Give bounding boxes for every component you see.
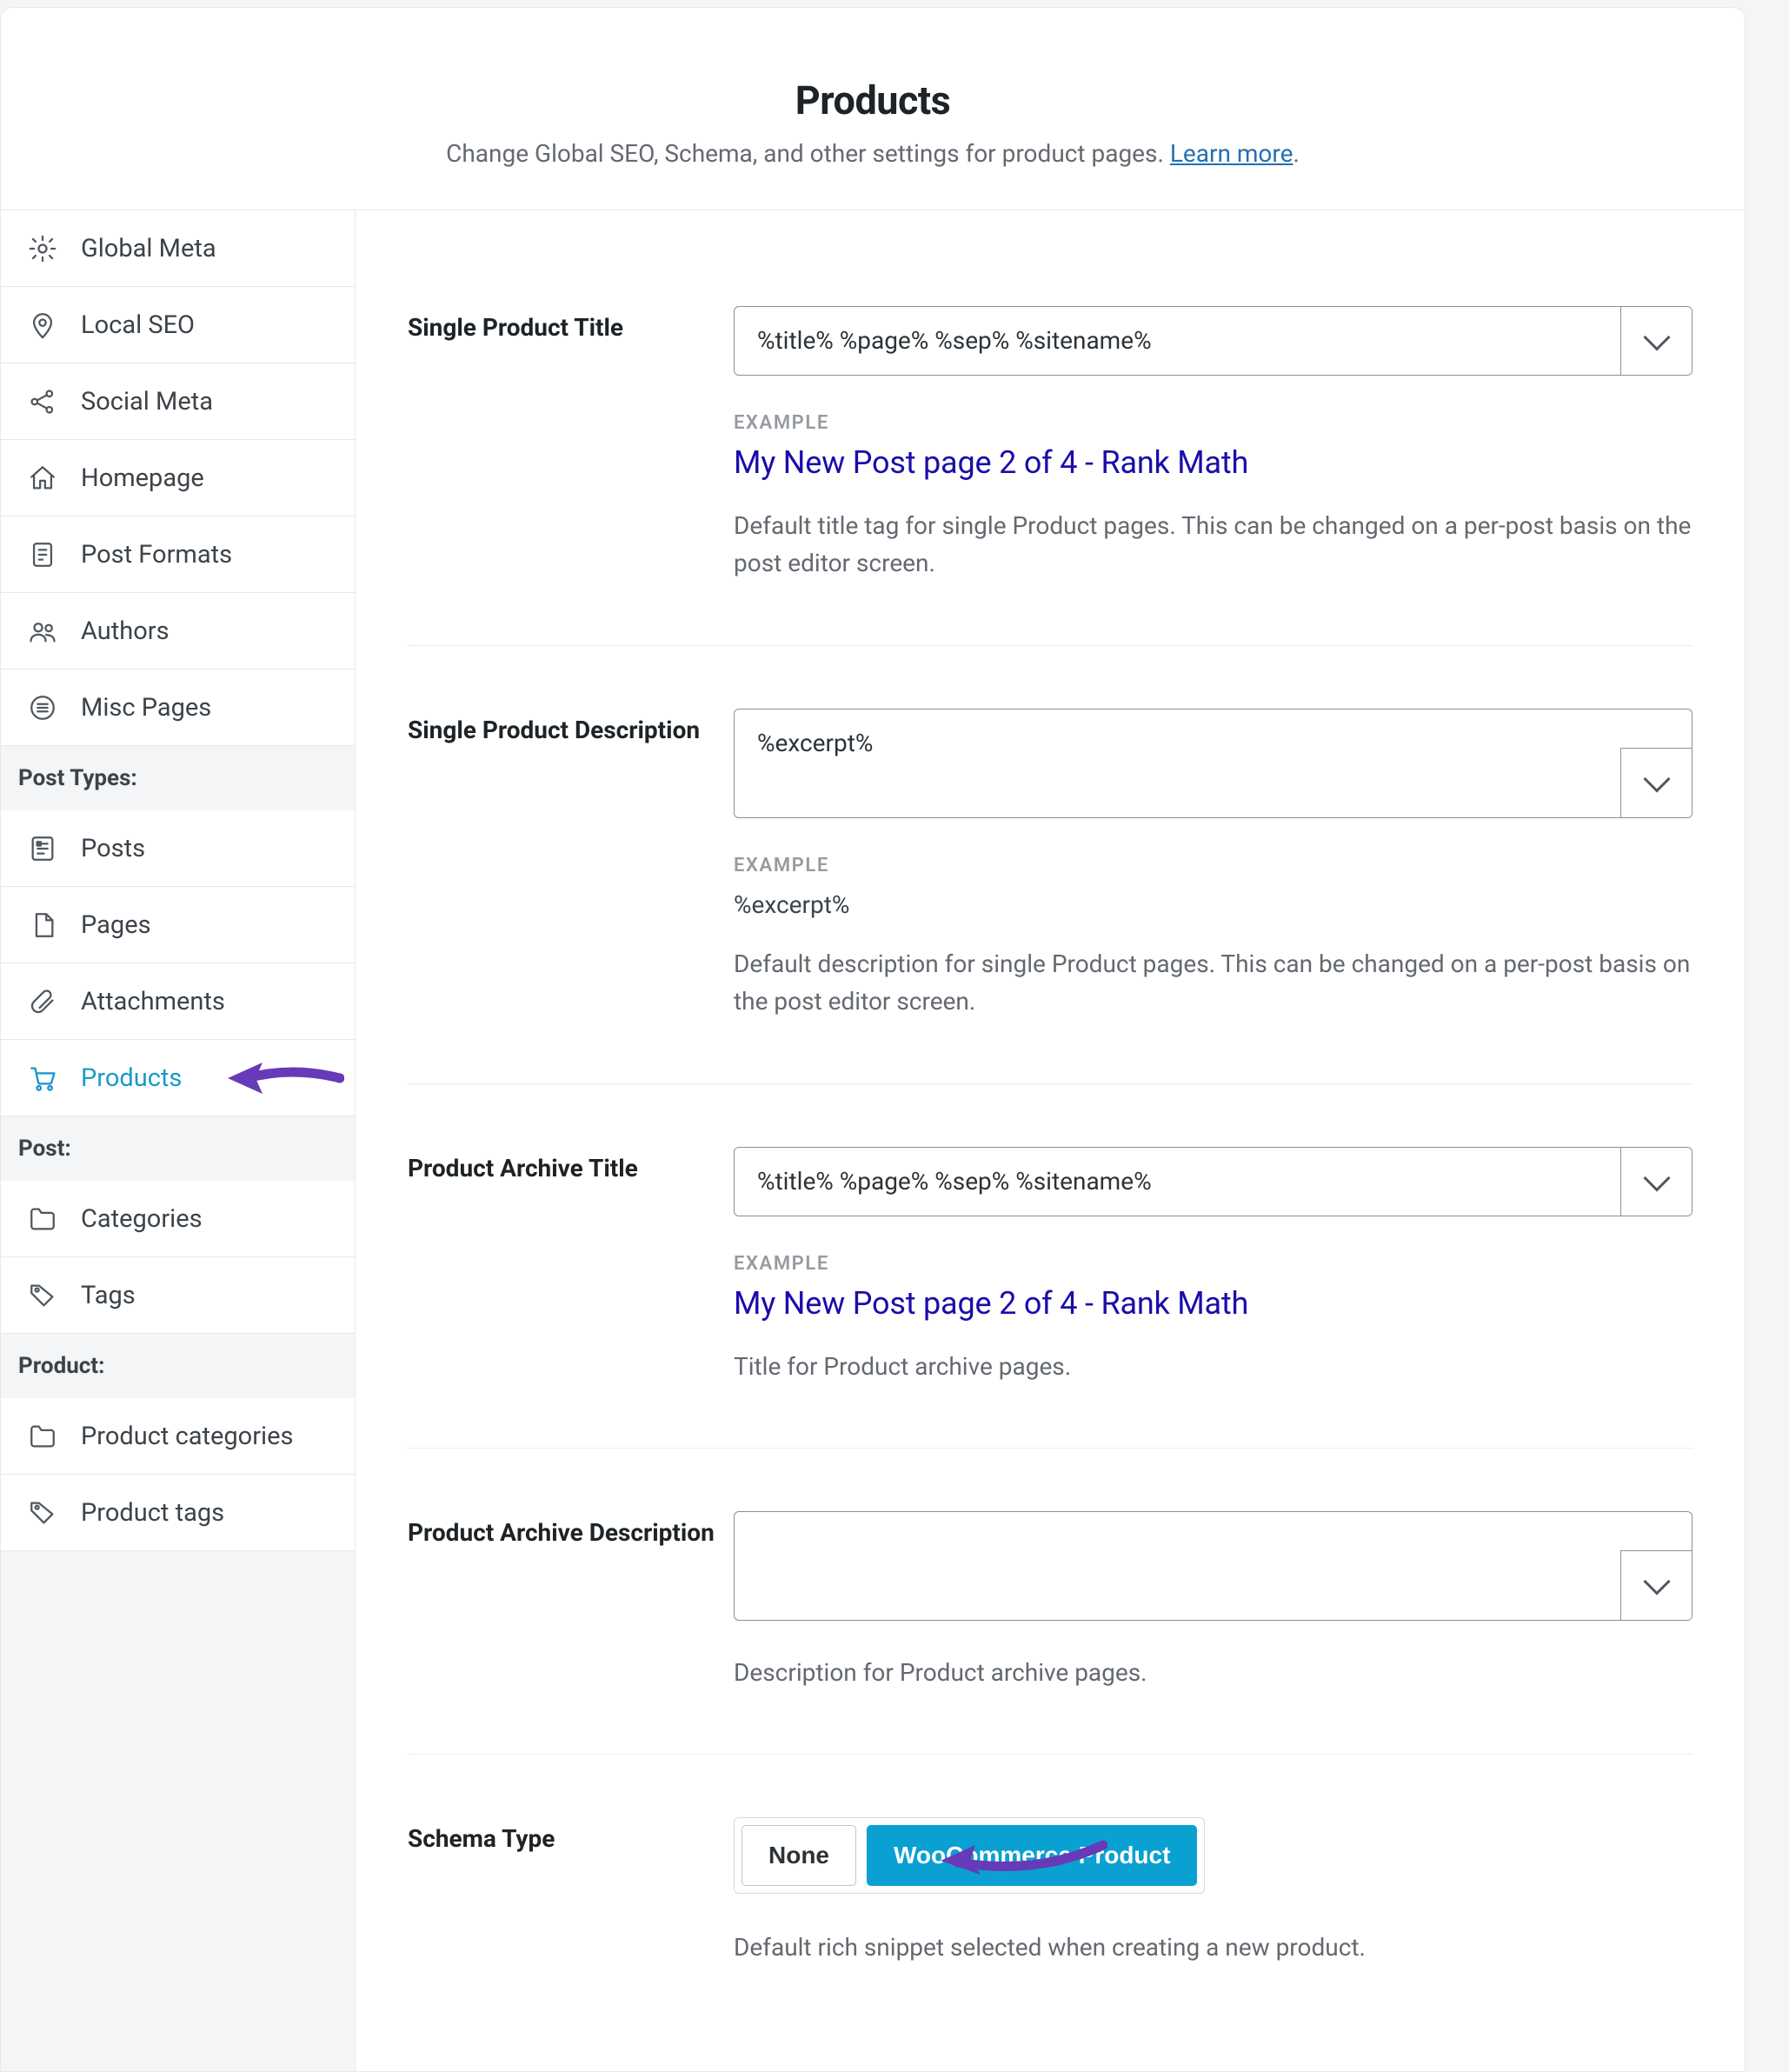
learn-more-link[interactable]: Learn more bbox=[1170, 139, 1294, 168]
page-title: Products bbox=[36, 77, 1710, 123]
field-label: Product Archive Description bbox=[408, 1511, 725, 1691]
sidebar-item-label: Product categories bbox=[81, 1422, 293, 1451]
sidebar-item-label: Tags bbox=[81, 1281, 136, 1310]
sidebar-item-products[interactable]: Products bbox=[1, 1040, 355, 1116]
variables-dropdown-toggle[interactable] bbox=[1620, 748, 1692, 817]
pin-icon bbox=[25, 310, 60, 340]
sidebar-item-posts[interactable]: Posts bbox=[1, 810, 355, 887]
sidebar-item-homepage[interactable]: Homepage bbox=[1, 440, 355, 516]
sidebar-item-label: Post Formats bbox=[81, 540, 232, 570]
sidebar-item-label: Homepage bbox=[81, 463, 204, 493]
field-help: Default title tag for single Product pag… bbox=[734, 507, 1693, 583]
sidebar-item-label: Pages bbox=[81, 910, 151, 940]
sidebar-item-label: Misc Pages bbox=[81, 693, 211, 723]
gear-icon bbox=[25, 234, 60, 263]
chevron-down-icon bbox=[1643, 1164, 1670, 1191]
sidebar-section: Product: bbox=[1, 1334, 355, 1398]
sidebar-item-post-formats[interactable]: Post Formats bbox=[1, 516, 355, 593]
sidebar-item-tags[interactable]: Tags bbox=[1, 1257, 355, 1334]
sidebar: Global Meta Local SEO Social Meta Homepage P… bbox=[1, 210, 356, 2071]
attach-icon bbox=[25, 987, 60, 1016]
sidebar-item-global-meta[interactable]: Global Meta bbox=[1, 210, 355, 287]
field-schema-type: Schema Type NoneWooCommerce Product Defa… bbox=[408, 1817, 1693, 1966]
variables-dropdown-toggle[interactable] bbox=[1620, 307, 1692, 375]
doc-icon bbox=[25, 540, 60, 570]
example-label: EXAMPLE bbox=[734, 855, 1693, 876]
field-help: Default description for single Product p… bbox=[734, 945, 1693, 1021]
sidebar-item-product-tags[interactable]: Product tags bbox=[1, 1475, 355, 1551]
sidebar-item-local-seo[interactable]: Local SEO bbox=[1, 287, 355, 363]
field-label: Schema Type bbox=[408, 1817, 725, 1966]
sidebar-item-label: Local SEO bbox=[81, 310, 195, 340]
schema-option-woocommerce-product[interactable]: WooCommerce Product bbox=[867, 1825, 1197, 1886]
sidebar-item-label: Attachments bbox=[81, 987, 225, 1016]
title-preview: My New Post page 2 of 4 - Rank Math bbox=[734, 444, 1693, 481]
sidebar-item-label: Categories bbox=[81, 1204, 203, 1234]
description-preview: %excerpt% bbox=[734, 890, 1693, 919]
article-icon bbox=[25, 834, 60, 863]
single-title-input[interactable]: %title% %page% %sep% %sitename% bbox=[734, 306, 1693, 376]
field-label: Single Product Description bbox=[408, 709, 725, 1021]
sidebar-item-label: Social Meta bbox=[81, 387, 213, 416]
sidebar-item-attachments[interactable]: Attachments bbox=[1, 963, 355, 1040]
folder-icon bbox=[25, 1422, 60, 1451]
sidebar-item-label: Products bbox=[81, 1063, 182, 1093]
example-label: EXAMPLE bbox=[734, 1253, 1693, 1275]
sidebar-item-label: Product tags bbox=[81, 1498, 224, 1528]
chevron-down-icon bbox=[1643, 766, 1670, 793]
home-icon bbox=[25, 463, 60, 493]
settings-panel: Products Change Global SEO, Schema, and … bbox=[0, 7, 1746, 2072]
panel-header: Products Change Global SEO, Schema, and … bbox=[1, 8, 1745, 210]
archive-description-input[interactable] bbox=[734, 1511, 1693, 1621]
field-product-archive-title: Product Archive Title %title% %page% %se… bbox=[408, 1147, 1693, 1449]
folder-icon bbox=[25, 1204, 60, 1234]
field-help: Title for Product archive pages. bbox=[734, 1348, 1693, 1385]
main-content: Single Product Title %title% %page% %sep… bbox=[356, 210, 1745, 2071]
share-icon bbox=[25, 387, 60, 416]
archive-title-input[interactable]: %title% %page% %sep% %sitename% bbox=[734, 1147, 1693, 1216]
field-single-product-description: Single Product Description %excerpt% EXA… bbox=[408, 709, 1693, 1084]
variables-dropdown-toggle[interactable] bbox=[1620, 1148, 1692, 1216]
sidebar-item-authors[interactable]: Authors bbox=[1, 593, 355, 670]
sidebar-item-label: Global Meta bbox=[81, 234, 216, 263]
cart-icon bbox=[25, 1063, 60, 1093]
sidebar-item-label: Posts bbox=[81, 834, 145, 863]
sidebar-section: Post Types: bbox=[1, 746, 355, 810]
sidebar-item-misc-pages[interactable]: Misc Pages bbox=[1, 670, 355, 746]
tag-icon bbox=[25, 1498, 60, 1528]
schema-type-segmented: NoneWooCommerce Product bbox=[734, 1817, 1205, 1894]
sidebar-section: Post: bbox=[1, 1116, 355, 1181]
page-subtitle: Change Global SEO, Schema, and other set… bbox=[36, 139, 1710, 168]
tag-icon bbox=[25, 1281, 60, 1310]
variables-dropdown-toggle[interactable] bbox=[1620, 1550, 1692, 1620]
annotation-arrow-icon bbox=[223, 1054, 344, 1103]
field-help: Description for Product archive pages. bbox=[734, 1654, 1693, 1691]
sidebar-item-product-cats[interactable]: Product categories bbox=[1, 1398, 355, 1475]
field-help: Default rich snippet selected when creat… bbox=[734, 1929, 1693, 1966]
title-preview: My New Post page 2 of 4 - Rank Math bbox=[734, 1285, 1693, 1322]
field-label: Product Archive Title bbox=[408, 1147, 725, 1385]
field-single-product-title: Single Product Title %title% %page% %sep… bbox=[408, 306, 1693, 646]
page-icon bbox=[25, 910, 60, 940]
sidebar-item-pages[interactable]: Pages bbox=[1, 887, 355, 963]
field-product-archive-description: Product Archive Description Description … bbox=[408, 1511, 1693, 1755]
single-description-input[interactable]: %excerpt% bbox=[734, 709, 1693, 818]
chevron-down-icon bbox=[1643, 323, 1670, 350]
example-label: EXAMPLE bbox=[734, 412, 1693, 434]
chevron-down-icon bbox=[1643, 1569, 1670, 1596]
schema-option-none[interactable]: None bbox=[742, 1825, 856, 1886]
sidebar-item-label: Authors bbox=[81, 616, 170, 646]
field-label: Single Product Title bbox=[408, 306, 725, 583]
sidebar-item-categories[interactable]: Categories bbox=[1, 1181, 355, 1257]
sidebar-item-social-meta[interactable]: Social Meta bbox=[1, 363, 355, 440]
users-icon bbox=[25, 616, 60, 646]
list-icon bbox=[25, 693, 60, 723]
